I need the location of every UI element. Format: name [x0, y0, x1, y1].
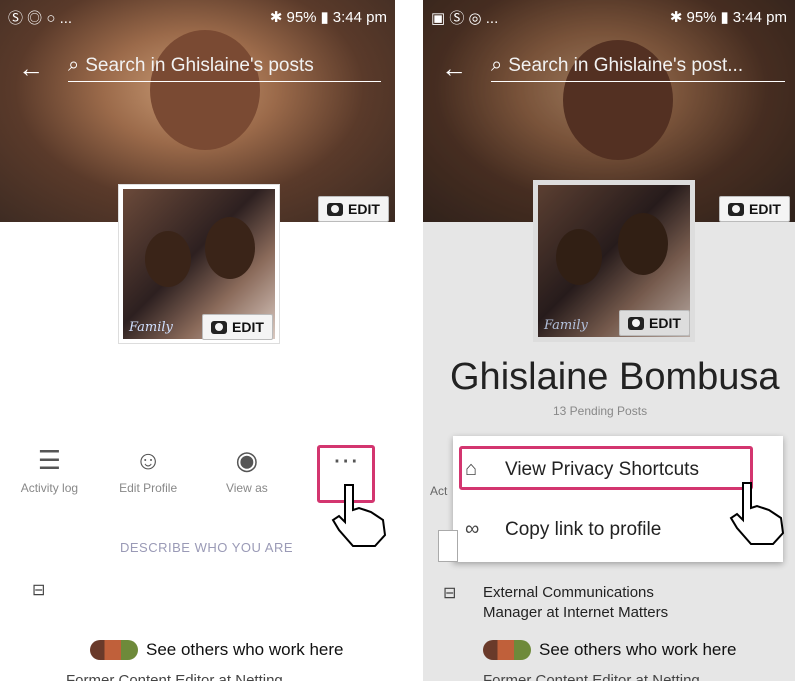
status-time: 3:44 pm: [732, 9, 787, 26]
bluetooth-icon: ✱: [669, 9, 683, 26]
partial-button[interactable]: [438, 530, 458, 562]
status-notification-icons: ▣ Ⓢ ◎ ...: [431, 9, 499, 27]
view-as-label: View as: [225, 481, 268, 495]
edit-profile-label: Edit Profile: [119, 481, 178, 495]
edit-profile-icon: ☺: [134, 445, 162, 475]
current-job: External Communications Manager at Inter…: [483, 583, 668, 623]
status-time: 3:44 pm: [332, 9, 387, 26]
search-input[interactable]: ⌕ Search in Ghislaine's posts: [68, 54, 381, 82]
status-bar: Ⓢ ◎ ○ ... ✱ 95% ▮ 3:44 pm: [0, 0, 395, 34]
partial-action-label: Act: [430, 484, 448, 498]
view-as-icon: ◉: [235, 445, 259, 475]
activity-log-label: Activity log: [20, 481, 79, 495]
coworker-avatars: [483, 640, 531, 660]
see-others-label: See others who work here: [146, 640, 344, 659]
kid-face-right: [618, 213, 668, 275]
describe-who-you-are-button[interactable]: DESCRIBE WHO YOU ARE: [120, 540, 293, 555]
cover-edit-label: EDIT: [348, 201, 380, 217]
status-notification-icons: Ⓢ ◎ ○ ...: [8, 9, 73, 27]
right-phone-screenshot: ▣ Ⓢ ◎ ... ✱ 95% ▮ 3:44 pm ← ⌕ Search in Ghi…: [423, 0, 795, 681]
link-icon: ∞: [465, 518, 480, 540]
pending-posts[interactable]: 13 Pending Posts: [553, 404, 647, 418]
search-bar: ← ⌕ Search in Ghislaine's posts: [18, 48, 381, 88]
profile-edit-button[interactable]: EDIT: [202, 314, 273, 340]
profile-edit-button[interactable]: EDIT: [619, 310, 690, 336]
search-icon: ⌕: [491, 54, 503, 76]
camera-icon: [728, 202, 744, 216]
view-as-button[interactable]: ◉ View as: [207, 445, 287, 495]
battery-icon: ▮: [720, 9, 729, 26]
view-privacy-highlight: [459, 446, 753, 490]
job-line-2: Manager at Internet Matters: [483, 604, 669, 621]
battery-icon: ▮: [320, 9, 329, 26]
copy-link-label: Copy link to profile: [505, 518, 662, 540]
search-bar: ← ⌕ Search in Ghislaine's post...: [441, 48, 785, 88]
see-others-label: See others who work here: [539, 640, 737, 659]
battery-level: 95%: [286, 9, 317, 26]
kid-face-left: [145, 231, 191, 287]
photo-signature: Family: [544, 318, 588, 333]
bluetooth-icon: ✱: [269, 9, 283, 26]
search-placeholder: Search in Ghislaine's post...: [508, 54, 744, 76]
see-others-link[interactable]: See others who work here: [90, 640, 344, 660]
search-placeholder: Search in Ghislaine's posts: [85, 54, 314, 76]
search-input[interactable]: ⌕ Search in Ghislaine's post...: [491, 54, 785, 82]
activity-log-button[interactable]: ☰ Activity log: [9, 445, 89, 495]
cover-edit-button[interactable]: EDIT: [719, 196, 790, 222]
status-right: ✱ 95% ▮ 3:44 pm: [266, 8, 387, 26]
briefcase-icon: ⊟: [443, 585, 457, 602]
photo-signature: Family: [129, 320, 173, 335]
cover-edit-label: EDIT: [749, 201, 781, 217]
status-bar: ▣ Ⓢ ◎ ... ✱ 95% ▮ 3:44 pm: [423, 0, 795, 34]
edit-profile-button[interactable]: ☺ Edit Profile: [108, 445, 188, 495]
profile-name: Ghislaine Bombusa: [450, 356, 780, 398]
activity-log-icon: ☰: [37, 445, 62, 475]
job-line-1: External Communications: [483, 584, 654, 601]
left-phone-screenshot: Ⓢ ◎ ○ ... ✱ 95% ▮ 3:44 pm ← ⌕ Search in Ghi…: [0, 0, 395, 681]
camera-icon: [327, 202, 343, 216]
see-others-link[interactable]: See others who work here: [483, 640, 737, 660]
search-icon: ⌕: [68, 54, 80, 76]
back-arrow-icon[interactable]: ←: [18, 53, 58, 84]
status-right: ✱ 95% ▮ 3:44 pm: [666, 8, 787, 26]
pointing-hand-icon: [331, 484, 387, 547]
battery-level: 95%: [686, 9, 717, 26]
former-job-line: Former Content Editor at Netting: [66, 672, 283, 681]
pointing-hand-icon: [729, 482, 785, 545]
back-arrow-icon[interactable]: ←: [441, 53, 481, 84]
former-job-line: Former Content Editor at Netting: [483, 672, 700, 681]
profile-edit-label: EDIT: [232, 319, 264, 335]
camera-icon: [211, 320, 227, 334]
profile-edit-label: EDIT: [649, 315, 681, 331]
camera-icon: [628, 316, 644, 330]
briefcase-icon: ⊟: [32, 582, 46, 599]
coworker-avatars: [90, 640, 138, 660]
kid-face-right: [205, 217, 255, 279]
cover-edit-button[interactable]: EDIT: [318, 196, 389, 222]
copy-link-item[interactable]: ∞ Copy link to profile: [465, 518, 661, 541]
kid-face-left: [556, 229, 602, 285]
